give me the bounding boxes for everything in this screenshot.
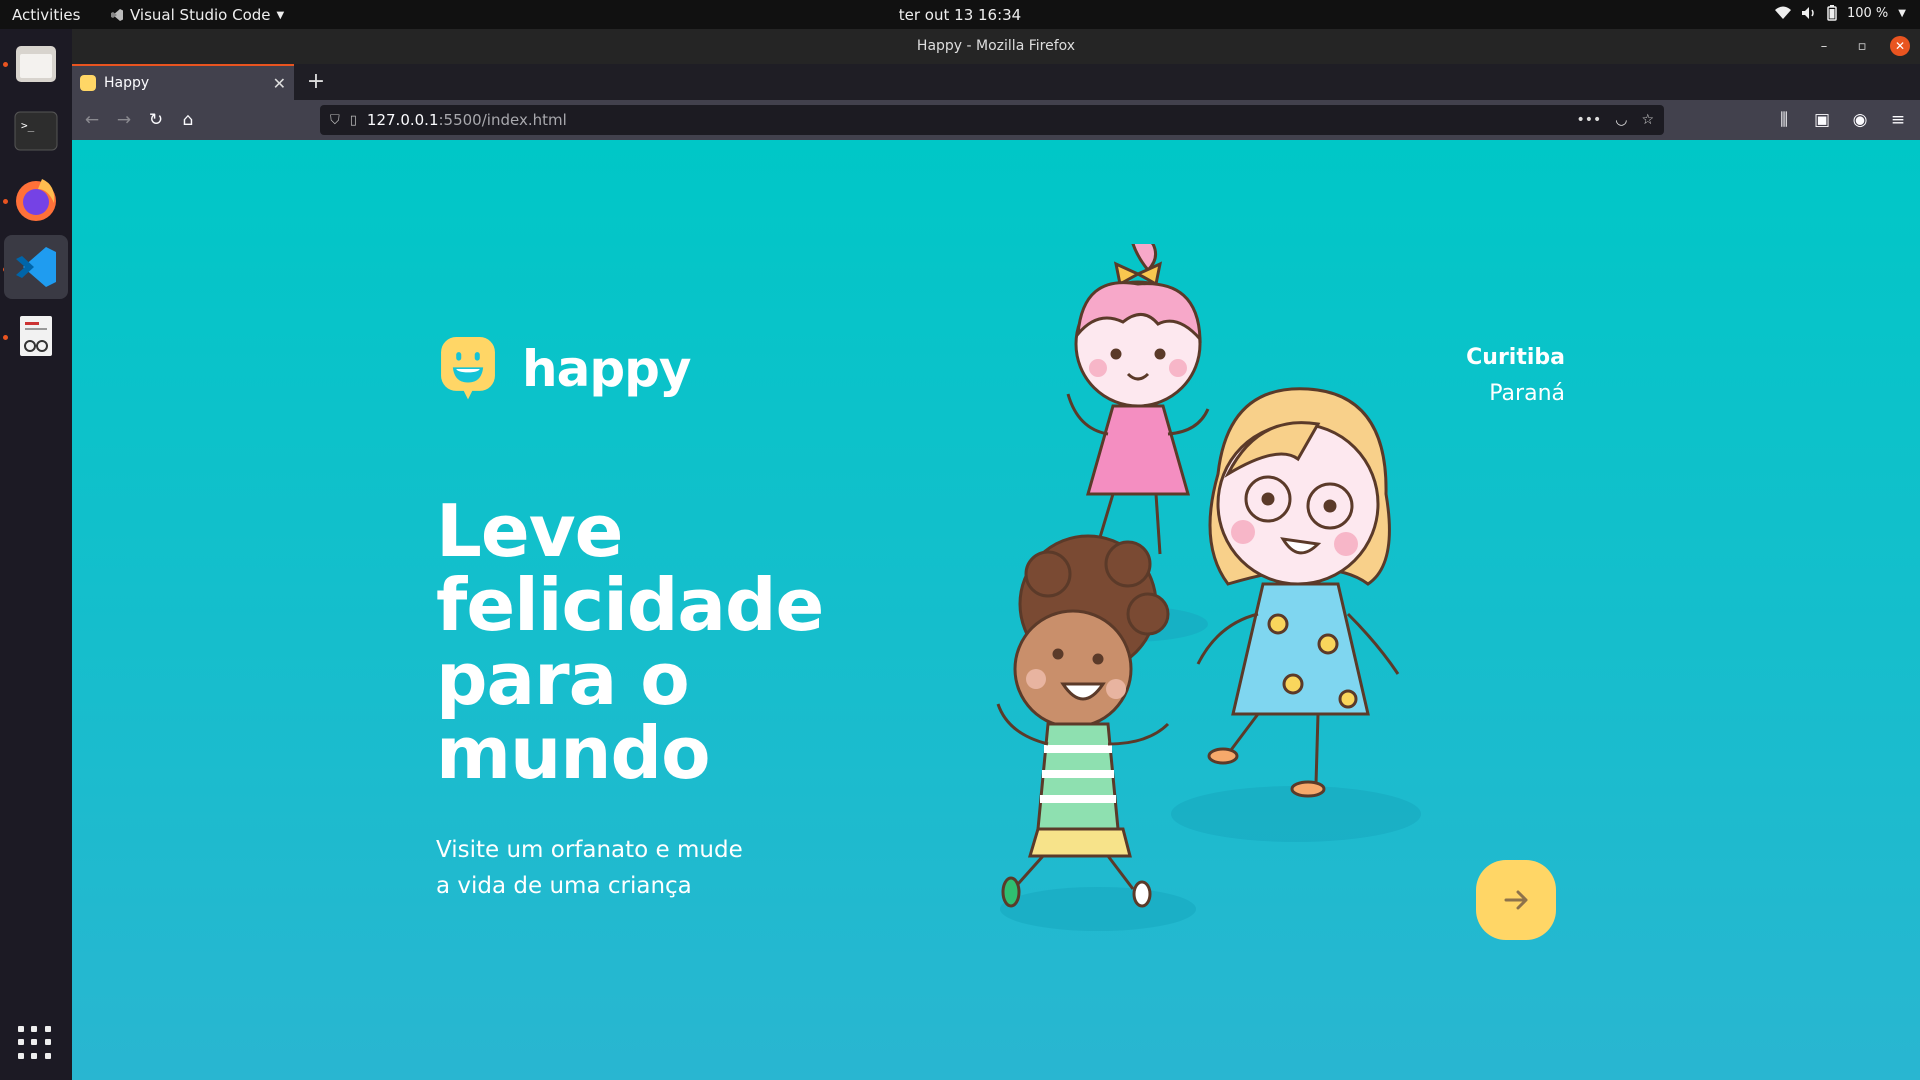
headline-line: mundo <box>436 711 711 795</box>
wifi-icon <box>1774 6 1791 19</box>
pink-girl-figure <box>1066 244 1210 555</box>
headline-line: Leve <box>436 489 623 573</box>
tab-close-icon[interactable]: ✕ <box>273 74 286 93</box>
url-bar[interactable]: ⛉ ▯ 127.0.0.1:5500/index.html ••• ◡ ☆ <box>320 105 1664 135</box>
tab-strip: Happy ✕ + <box>72 64 1920 100</box>
new-tab-button[interactable]: + <box>302 68 330 96</box>
clock[interactable]: ter out 13 16:34 <box>899 6 1021 24</box>
curly-boy-figure <box>996 534 1170 908</box>
volume-icon <box>1801 7 1814 19</box>
minimize-button[interactable]: – <box>1814 36 1834 56</box>
dock-vscode[interactable] <box>4 235 68 299</box>
window-title: Happy - Mozilla Firefox <box>916 38 1076 54</box>
svg-text:>_: >_ <box>21 119 35 132</box>
shield-icon[interactable]: ⛉ <box>330 113 340 128</box>
landing-page: happy Curitiba Paraná Leve felicidade pa… <box>72 140 1920 1080</box>
headline: Leve felicidade para o mundo <box>436 494 856 790</box>
subtitle-line: a vida de uma criança <box>436 873 692 899</box>
brand-logo: happy <box>436 337 692 401</box>
headline-line: para o <box>436 637 690 721</box>
tab-title: Happy <box>104 75 150 91</box>
children-illustration <box>996 244 1421 931</box>
firefox-window: Happy - Mozilla Firefox – ▫ ✕ Happy ✕ + … <box>72 29 1920 1080</box>
caret-down-icon: ▼ <box>276 9 285 21</box>
dock: >_ <box>0 29 72 1080</box>
blonde-girl-figure <box>1196 387 1400 798</box>
url-path: :5500/index.html <box>438 111 567 129</box>
enter-app-button[interactable] <box>1476 860 1556 940</box>
page-actions-icon[interactable]: ••• <box>1576 112 1601 128</box>
url-host: 127.0.0.1 <box>366 111 439 129</box>
dock-terminal[interactable]: >_ <box>4 99 68 163</box>
firefox-icon <box>16 179 56 221</box>
battery-percent: 100 % <box>1846 5 1889 21</box>
document-viewer-icon <box>20 316 52 356</box>
tab-happy[interactable]: Happy ✕ <box>72 64 294 100</box>
window-titlebar[interactable]: Happy - Mozilla Firefox – ▫ ✕ <box>72 29 1920 64</box>
close-window-button[interactable]: ✕ <box>1890 36 1910 56</box>
forward-button[interactable]: → <box>110 106 138 134</box>
reload-button[interactable]: ↻ <box>142 106 170 134</box>
home-button[interactable]: ⌂ <box>174 106 202 134</box>
dock-files[interactable] <box>4 32 68 96</box>
account-icon[interactable]: ◉ <box>1846 106 1874 134</box>
system-tray[interactable]: 100 % ▼ <box>1774 5 1906 21</box>
show-applications-button[interactable] <box>18 1026 52 1060</box>
back-button[interactable]: ← <box>78 106 106 134</box>
dock-reader[interactable] <box>4 304 68 368</box>
terminal-icon: >_ <box>14 111 58 151</box>
happy-favicon-icon <box>80 75 96 91</box>
system-top-bar: Activities Visual Studio Code ▼ ter out … <box>0 0 1920 29</box>
library-icon[interactable]: ⫼ <box>1770 106 1798 134</box>
bookmark-star-icon[interactable]: ☆ <box>1641 112 1654 128</box>
caret-down-icon: ▼ <box>1898 7 1906 19</box>
app-menu[interactable]: Visual Studio Code ▼ <box>110 6 284 24</box>
dock-firefox[interactable] <box>4 167 68 231</box>
vscode-icon <box>16 247 56 287</box>
hamburger-menu-icon[interactable]: ≡ <box>1884 106 1912 134</box>
navigation-toolbar: ← → ↻ ⌂ ⛉ ▯ 127.0.0.1:5500/index.html ••… <box>72 100 1920 140</box>
page-info-icon[interactable]: ▯ <box>350 113 357 128</box>
app-menu-label: Visual Studio Code <box>130 6 271 24</box>
happy-logo-icon <box>441 337 495 400</box>
shadow <box>1000 887 1196 931</box>
subtitle-line: Visite um orfanato e mude <box>436 837 743 863</box>
pocket-icon[interactable]: ◡ <box>1615 112 1627 128</box>
maximize-button[interactable]: ▫ <box>1852 36 1872 56</box>
activities-button[interactable]: Activities <box>12 6 80 24</box>
arrow-right-icon <box>1504 890 1528 910</box>
brand-name: happy <box>522 340 692 398</box>
sidebar-icon[interactable]: ▣ <box>1808 106 1836 134</box>
folder-icon <box>16 46 56 82</box>
vscode-small-icon <box>111 9 123 21</box>
headline-line: felicidade <box>436 563 824 647</box>
subtitle: Visite um orfanato e mude a vida de uma … <box>436 832 776 904</box>
battery-icon <box>1827 5 1837 21</box>
